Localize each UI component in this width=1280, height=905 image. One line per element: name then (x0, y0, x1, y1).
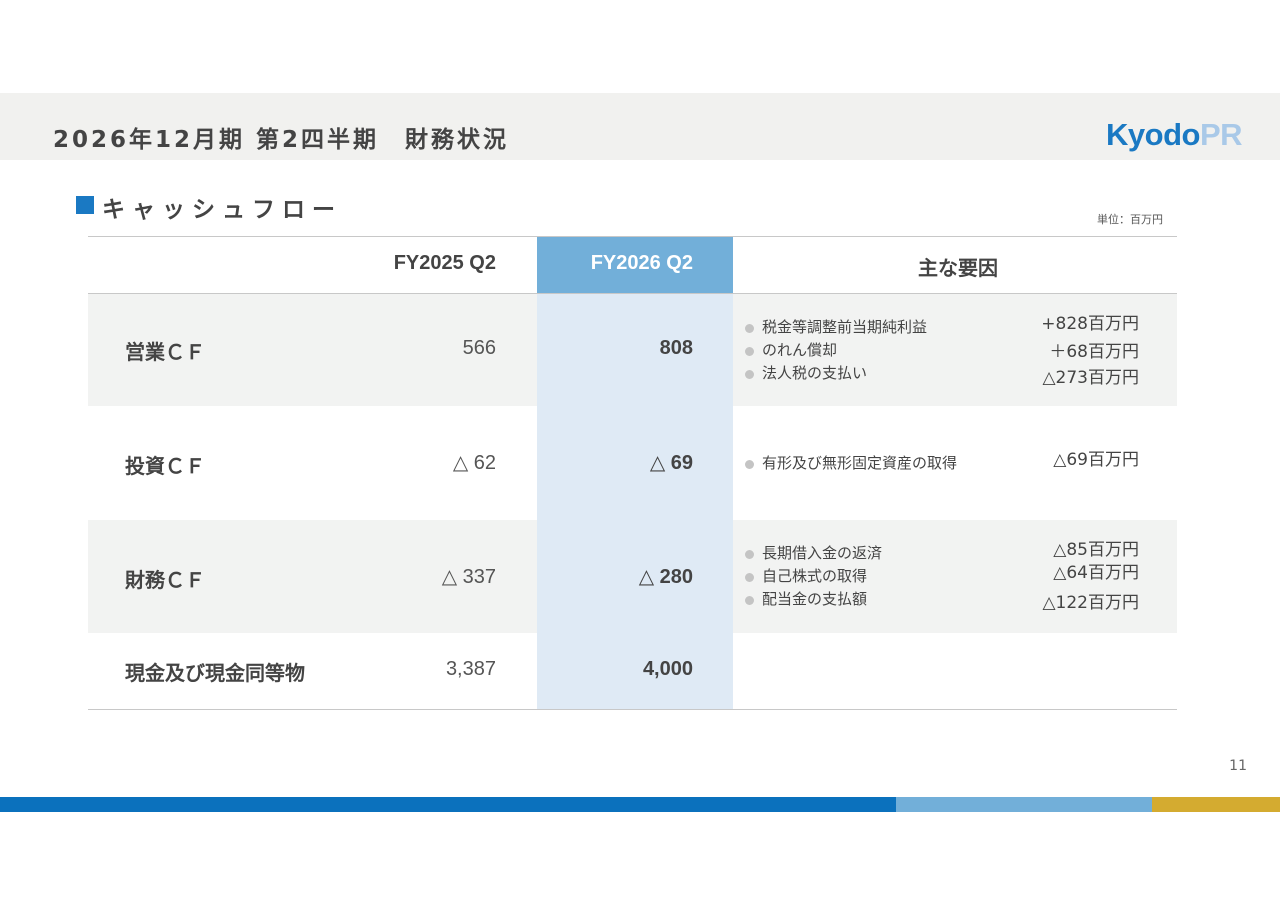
factor-item: 有形及び無形固定資産の取得 △69百万円 (743, 450, 1139, 475)
factor-amount: △69百万円 (1053, 450, 1139, 470)
bullet-icon (745, 460, 754, 469)
factor-item: 配当金の支払額 △122百万円 (743, 588, 1139, 613)
operating-cf-fy2026: 808 (659, 337, 693, 359)
row-label-financing-cf: 財務ＣＦ (125, 568, 205, 592)
factor-amount: △85百万円 (1053, 540, 1139, 560)
factor-amount: ＋68百万円 (1049, 342, 1139, 362)
page-title: 2026年12月期 第2四半期 財務状況 (53, 127, 510, 153)
page-number: 11 (1229, 758, 1247, 774)
cash-equivalents-fy2026: 4,000 (642, 658, 693, 680)
factor-amount: △273百万円 (1042, 368, 1139, 388)
column-header-fy2025-q2: FY2025 Q2 (393, 252, 496, 274)
factor-text: 自己株式の取得 (762, 567, 868, 585)
bullet-icon (745, 573, 754, 582)
footer-bar-light-blue (896, 797, 1152, 812)
footer-bar-gold (1152, 797, 1280, 812)
column-header-main-factors: 主な要因 (918, 258, 998, 280)
financing-cf-fy2025: △ 337 (441, 566, 496, 588)
investing-cf-fy2026: △ 69 (649, 452, 693, 474)
factor-text: 長期借入金の返済 (762, 544, 883, 562)
table-bottom-rule (88, 709, 1177, 710)
cashflow-table: FY2025 Q2 FY2026 Q2 主な要因 営業ＣＦ 566 808 税金… (88, 236, 1177, 710)
row-label-cash-equivalents: 現金及び現金同等物 (125, 661, 305, 685)
bullet-icon (745, 550, 754, 559)
factor-item: 自己株式の取得 △64百万円 (743, 563, 1139, 588)
factor-item: 税金等調整前当期純利益 +828百万円 (743, 314, 1139, 339)
section-title: キャッシュフロー (102, 197, 342, 223)
unit-note: 単位：百万円 (1097, 213, 1163, 226)
bullet-icon (745, 347, 754, 356)
highlight-column (537, 237, 733, 709)
factor-text: 税金等調整前当期純利益 (762, 318, 928, 336)
section-square-icon (76, 196, 94, 214)
factor-text: 法人税の支払い (762, 364, 868, 382)
table-top-rule (88, 236, 1177, 237)
investing-cf-fy2025: △ 62 (452, 452, 496, 474)
factor-item: のれん償却 ＋68百万円 (743, 339, 1139, 362)
cash-equivalents-fy2025: 3,387 (445, 658, 496, 680)
bullet-icon (745, 324, 754, 333)
factor-text: 配当金の支払額 (762, 590, 868, 608)
logo-pr-text: PR (1199, 117, 1243, 152)
row-label-operating-cf: 営業ＣＦ (125, 340, 205, 364)
row-label-investing-cf: 投資ＣＦ (125, 454, 205, 478)
column-header-fy2026-q2: FY2026 Q2 (590, 252, 693, 274)
operating-cf-fy2025: 566 (462, 337, 496, 359)
logo-kyodo-text: Kyodo (1106, 117, 1200, 152)
financing-cf-fy2026: △ 280 (638, 566, 693, 588)
company-logo: KyodoPR (1106, 117, 1243, 153)
financing-cf-factors: 長期借入金の返済 △85百万円 自己株式の取得 △64百万円 配当金の支払額 △… (743, 540, 1139, 613)
factor-amount: △122百万円 (1042, 593, 1139, 613)
bullet-icon (745, 596, 754, 605)
bullet-icon (745, 370, 754, 379)
factor-text: 有形及び無形固定資産の取得 (762, 454, 958, 472)
factor-item: 法人税の支払い △273百万円 (743, 362, 1139, 388)
table-header-rule (88, 293, 1177, 294)
factor-amount: +828百万円 (1041, 314, 1139, 334)
factor-amount: △64百万円 (1053, 563, 1139, 583)
footer-bar-blue (0, 797, 896, 812)
operating-cf-factors: 税金等調整前当期純利益 +828百万円 のれん償却 ＋68百万円 法人税の支払い… (743, 314, 1139, 388)
investing-cf-factors: 有形及び無形固定資産の取得 △69百万円 (743, 450, 1139, 475)
factor-text: のれん償却 (762, 341, 838, 359)
